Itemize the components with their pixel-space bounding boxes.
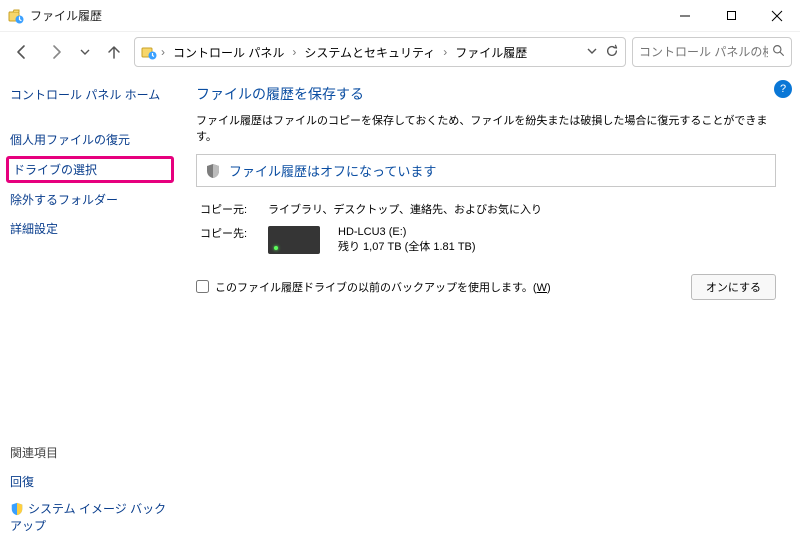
chevron-right-icon: › — [441, 45, 449, 59]
reuse-label-b: ) — [547, 282, 551, 294]
drive-space: 残り 1,07 TB (全体 1.81 TB) — [338, 240, 476, 255]
maximize-button[interactable] — [708, 0, 754, 31]
reuse-hotkey: W — [537, 282, 547, 294]
refresh-button[interactable] — [605, 44, 619, 61]
page-heading: ファイルの履歴を保存する — [196, 84, 776, 104]
status-text: ファイル履歴はオフになっています — [229, 161, 436, 180]
back-button[interactable] — [8, 38, 36, 66]
file-history-icon — [141, 44, 157, 60]
reuse-label-a: このファイル履歴ドライブの以前のバックアップを使用します。( — [215, 282, 537, 294]
chevron-right-icon: › — [290, 45, 298, 59]
breadcrumb-control-panel[interactable]: コントロール パネル — [169, 42, 288, 63]
file-history-icon — [8, 8, 24, 24]
navigation-bar: › コントロール パネル › システムとセキュリティ › ファイル履歴 — [0, 32, 800, 72]
status-box: ファイル履歴はオフになっています — [196, 154, 776, 187]
breadcrumb-system-security[interactable]: システムとセキュリティ — [300, 42, 439, 63]
copy-dest-label: コピー先: — [200, 225, 256, 256]
window-title: ファイル履歴 — [30, 7, 102, 24]
window-controls — [662, 0, 800, 31]
sidebar-link-advanced[interactable]: 詳細設定 — [10, 218, 170, 239]
related-heading: 関連項目 — [10, 444, 170, 463]
shield-icon — [205, 163, 221, 179]
sidebar: コントロール パネル ホーム 個人用ファイルの復元 ドライブの選択 除外するフォ… — [0, 72, 180, 556]
sidebar-link-exclude[interactable]: 除外するフォルダー — [10, 189, 170, 210]
chevron-right-icon: › — [159, 45, 167, 59]
copy-source-label: コピー元: — [200, 201, 256, 217]
content-pane: ? ファイルの履歴を保存する ファイル履歴はファイルのコピーを保存しておくため、… — [180, 72, 800, 556]
copy-source-value: ライブラリ、デスクトップ、連絡先、およびお気に入り — [268, 201, 772, 217]
related-link-recovery[interactable]: 回復 — [10, 471, 170, 492]
minimize-button[interactable] — [662, 0, 708, 31]
address-bar[interactable]: › コントロール パネル › システムとセキュリティ › ファイル履歴 — [134, 37, 626, 67]
close-button[interactable] — [754, 0, 800, 31]
related-link-system-image-label: システム イメージ バックアップ — [10, 502, 166, 533]
drive-icon — [268, 226, 320, 254]
search-icon — [772, 44, 785, 60]
reuse-backup-checkbox[interactable] — [196, 280, 209, 293]
titlebar: ファイル履歴 — [0, 0, 800, 32]
help-button[interactable]: ? — [774, 80, 792, 98]
reuse-backup-label[interactable]: このファイル履歴ドライブの以前のバックアップを使用します。(W) — [196, 279, 551, 295]
related-link-system-image[interactable]: システム イメージ バックアップ — [10, 498, 170, 536]
recent-dropdown-button[interactable] — [76, 38, 94, 66]
shield-icon — [10, 502, 24, 516]
sidebar-link-home[interactable]: コントロール パネル ホーム — [10, 84, 170, 105]
drive-name: HD-LCU3 (E:) — [338, 225, 476, 240]
sidebar-link-select-drive[interactable]: ドライブの選択 — [6, 156, 174, 183]
search-input[interactable] — [639, 45, 768, 59]
forward-button[interactable] — [42, 38, 70, 66]
breadcrumb-file-history[interactable]: ファイル履歴 — [451, 42, 531, 63]
addrbar-chevron-down-icon[interactable] — [587, 45, 597, 59]
page-description: ファイル履歴はファイルのコピーを保存しておくため、ファイルを紛失または破損した場… — [196, 112, 776, 144]
sidebar-link-restore[interactable]: 個人用ファイルの復元 — [10, 129, 170, 150]
search-box[interactable] — [632, 37, 792, 67]
up-button[interactable] — [100, 38, 128, 66]
turn-on-button[interactable]: オンにする — [691, 274, 776, 300]
